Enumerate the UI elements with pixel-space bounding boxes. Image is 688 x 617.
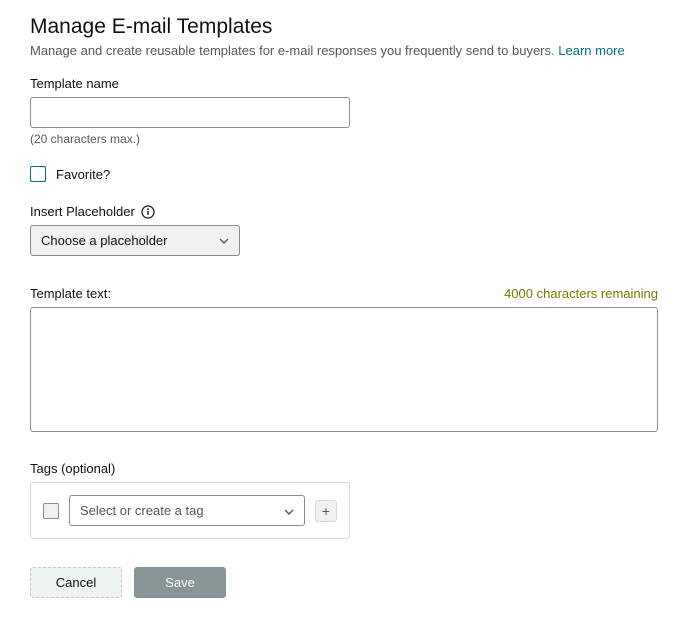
insert-placeholder-label: Insert Placeholder [30,204,135,219]
page-title: Manage E-mail Templates [30,15,658,39]
add-tag-button[interactable]: + [315,500,337,522]
learn-more-link[interactable]: Learn more [558,43,624,58]
cancel-button[interactable]: Cancel [30,567,122,598]
template-name-helper: (20 characters max.) [30,132,658,146]
subtitle-text: Manage and create reusable templates for… [30,43,555,58]
characters-remaining: 4000 characters remaining [504,286,658,301]
tags-container: Select or create a tag + [30,482,350,539]
save-button[interactable]: Save [134,567,226,598]
info-icon[interactable] [141,205,155,219]
template-name-label: Template name [30,76,658,91]
favorite-checkbox[interactable] [30,166,46,182]
tags-placeholder-text: Select or create a tag [80,503,204,518]
template-name-input[interactable] [30,97,350,128]
tags-checkbox[interactable] [43,503,59,519]
page-subtitle: Manage and create reusable templates for… [30,43,658,58]
chevron-down-icon [219,235,229,247]
tags-dropdown[interactable]: Select or create a tag [69,495,305,526]
placeholder-dropdown[interactable]: Choose a placeholder [30,225,240,256]
template-text-input[interactable] [30,307,658,432]
template-text-label: Template text: [30,286,111,301]
tags-label: Tags (optional) [30,461,658,476]
favorite-label: Favorite? [56,167,110,182]
placeholder-selected: Choose a placeholder [41,233,167,248]
chevron-down-icon [284,503,294,518]
